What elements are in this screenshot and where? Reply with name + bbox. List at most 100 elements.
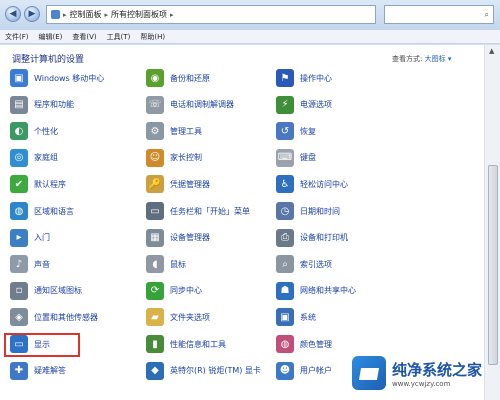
menu-edit[interactable]: 编辑(E) bbox=[39, 32, 63, 42]
control-panel-item[interactable]: ✔ 默认程序 bbox=[10, 173, 66, 195]
control-panel-item[interactable]: 🔑 凭据管理器 bbox=[146, 173, 210, 195]
control-panel-item[interactable]: ☗ 网络和共享中心 bbox=[276, 280, 356, 302]
control-panel-item-label: 位置和其他传感器 bbox=[34, 312, 98, 322]
back-button[interactable]: ◀ bbox=[5, 6, 21, 22]
control-panel-item-label: 性能信息和工具 bbox=[170, 339, 226, 349]
indexing-options-icon: ⌕ bbox=[276, 255, 294, 274]
control-panel-item[interactable]: ▸ 入门 bbox=[10, 227, 50, 249]
control-panel-item-label: 家庭组 bbox=[34, 153, 58, 163]
control-panel-item[interactable]: ▣ Windows 移动中心 bbox=[10, 67, 104, 89]
phone-modem-icon: ☏ bbox=[146, 95, 164, 114]
control-panel-item[interactable]: ◆ 英特尔(R) 锐炬(TM) 显卡 bbox=[146, 360, 261, 382]
breadcrumb-all-items[interactable]: 所有控制面板项 bbox=[111, 9, 167, 20]
control-panel-item-label: 用户帐户 bbox=[300, 366, 332, 376]
control-panel-item-label: 网络和共享中心 bbox=[300, 286, 356, 296]
control-panel-item[interactable]: ✚ 疑难解答 bbox=[10, 360, 66, 382]
control-panel-item-label: 家长控制 bbox=[170, 153, 202, 163]
search-input[interactable]: ⌕ bbox=[384, 5, 494, 24]
breadcrumb-control-panel[interactable]: 控制面板 bbox=[70, 9, 102, 20]
control-panel-item[interactable]: ♿ 轻松访问中心 bbox=[276, 173, 348, 195]
performance-icon: ▮ bbox=[146, 335, 164, 353]
vertical-scrollbar[interactable]: ▲ bbox=[484, 45, 500, 400]
control-panel-item[interactable]: ▫ 通知区域图标 bbox=[10, 280, 82, 302]
getting-started-icon: ▸ bbox=[10, 228, 28, 247]
notification-area-icon: ▫ bbox=[10, 281, 28, 300]
control-panel-item-label: 颜色管理 bbox=[300, 339, 332, 349]
control-panel-item-label: 文件夹选项 bbox=[170, 312, 210, 322]
control-panel-item-label: 英特尔(R) 锐炬(TM) 显卡 bbox=[170, 366, 261, 376]
control-panel-window: ◀ ▶ ▸ 控制面板 ▸ 所有控制面板项 ▸ ⌕ 文件(F) 编辑(E) 查看(… bbox=[0, 0, 500, 400]
devices-printers-icon: ⎙ bbox=[276, 228, 294, 247]
taskbar-start-icon: ▭ bbox=[146, 202, 164, 220]
control-panel-item[interactable]: ⎙ 设备和打印机 bbox=[276, 227, 348, 249]
watermark-logo-icon bbox=[352, 356, 386, 390]
control-panel-item-label: 设备管理器 bbox=[170, 233, 210, 243]
control-panel-item-label: 轻松访问中心 bbox=[300, 179, 348, 189]
control-panel-item[interactable]: ⟳ 同步中心 bbox=[146, 280, 202, 302]
control-panel-item[interactable]: ⚡ 电源选项 bbox=[276, 94, 332, 116]
control-panel-item-label: 区域和语言 bbox=[34, 206, 74, 216]
menu-view[interactable]: 查看(V) bbox=[72, 32, 96, 42]
control-panel-item[interactable]: ⚙ 管理工具 bbox=[146, 120, 202, 142]
control-panel-item[interactable]: ◷ 日期和时间 bbox=[276, 200, 340, 222]
control-panel-item[interactable]: ⌕ 索引选项 bbox=[276, 253, 332, 275]
control-panel-item[interactable]: ▮ 性能信息和工具 bbox=[146, 333, 226, 355]
control-panel-item[interactable]: ☺ 家长控制 bbox=[146, 147, 202, 169]
scroll-up-icon[interactable]: ▲ bbox=[489, 47, 494, 55]
parental-controls-icon: ☺ bbox=[146, 148, 164, 167]
control-panel-item[interactable]: ◍ 颜色管理 bbox=[276, 333, 332, 355]
control-panel-item[interactable]: ☻ 用户帐户 bbox=[276, 360, 332, 382]
watermark-url: www.ycwjzy.com bbox=[392, 379, 451, 388]
control-panel-item[interactable]: ⌨ 键盘 bbox=[276, 147, 316, 169]
recovery-icon: ↺ bbox=[276, 122, 294, 141]
control-panel-item[interactable]: ▰ 文件夹选项 bbox=[146, 306, 210, 328]
watermark-title: 纯净系统之家 bbox=[392, 360, 483, 379]
watermark: 纯净系统之家 www.ycwjzy.com bbox=[352, 350, 497, 396]
control-panel-item[interactable]: ◉ 备份和还原 bbox=[146, 67, 210, 89]
menu-tools[interactable]: 工具(T) bbox=[107, 32, 131, 42]
view-by: 查看方式: 大图标 ▾ bbox=[392, 54, 451, 64]
control-panel-item[interactable]: ↺ 恢复 bbox=[276, 120, 316, 142]
control-panel-item[interactable]: ◈ 位置和其他传感器 bbox=[10, 306, 98, 328]
control-panel-item[interactable]: ◖ 鼠标 bbox=[146, 253, 186, 275]
control-panel-item[interactable]: ▦ 设备管理器 bbox=[146, 227, 210, 249]
control-panel-item[interactable]: ◍ 区域和语言 bbox=[10, 200, 74, 222]
control-panel-item[interactable]: ▣ 系统 bbox=[276, 306, 316, 328]
control-panel-item[interactable]: ▭ 任务栏和「开始」菜单 bbox=[146, 200, 250, 222]
control-panel-item-label: 系统 bbox=[300, 312, 316, 322]
control-panel-item-label: 日期和时间 bbox=[300, 206, 340, 216]
color-management-icon: ◍ bbox=[276, 335, 294, 353]
region-language-icon: ◍ bbox=[10, 202, 28, 220]
control-panel-item[interactable]: ♪ 声音 bbox=[10, 253, 50, 275]
control-panel-item[interactable]: ◎ 家庭组 bbox=[10, 147, 58, 169]
control-panel-item[interactable]: ⚑ 操作中心 bbox=[276, 67, 332, 89]
menu-help[interactable]: 帮助(H) bbox=[140, 32, 165, 42]
mobility-center-icon: ▣ bbox=[10, 69, 28, 87]
control-panel-item-label: 索引选项 bbox=[300, 259, 332, 269]
ease-of-access-icon: ♿ bbox=[276, 175, 294, 194]
scrollbar-thumb[interactable] bbox=[488, 165, 498, 365]
control-panel-item-label: 电话和调制解调器 bbox=[170, 100, 234, 110]
address-bar[interactable]: ▸ 控制面板 ▸ 所有控制面板项 ▸ bbox=[46, 5, 376, 24]
breadcrumb-separator-icon: ▸ bbox=[170, 10, 174, 19]
breadcrumb-separator-icon: ▸ bbox=[63, 10, 67, 19]
view-by-dropdown[interactable]: 大图标 ▾ bbox=[425, 55, 452, 63]
control-panel-item-label: 默认程序 bbox=[34, 179, 66, 189]
troubleshooting-icon: ✚ bbox=[10, 361, 28, 380]
sync-center-icon: ⟳ bbox=[146, 281, 164, 300]
control-panel-item[interactable]: ▤ 程序和功能 bbox=[10, 94, 74, 116]
default-programs-icon: ✔ bbox=[10, 175, 28, 194]
forward-button[interactable]: ▶ bbox=[24, 6, 40, 22]
control-panel-item-label: 入门 bbox=[34, 233, 50, 243]
control-panel-item-label: 声音 bbox=[34, 259, 50, 269]
control-panel-item-label: 同步中心 bbox=[170, 286, 202, 296]
folder-options-icon: ▰ bbox=[146, 308, 164, 327]
homegroup-icon: ◎ bbox=[10, 148, 28, 167]
control-panel-item[interactable]: ☏ 电话和调制解调器 bbox=[146, 94, 234, 116]
control-panel-item-label: 鼠标 bbox=[170, 259, 186, 269]
network-sharing-icon: ☗ bbox=[276, 281, 294, 300]
menu-file[interactable]: 文件(F) bbox=[5, 32, 29, 42]
control-panel-item-label: 电源选项 bbox=[300, 100, 332, 110]
control-panel-content: 调整计算机的设置 查看方式: 大图标 ▾ ▣ Windows 移动中心 ◉ 备份和还原… bbox=[0, 45, 484, 400]
control-panel-item[interactable]: ◐ 个性化 bbox=[10, 120, 58, 142]
